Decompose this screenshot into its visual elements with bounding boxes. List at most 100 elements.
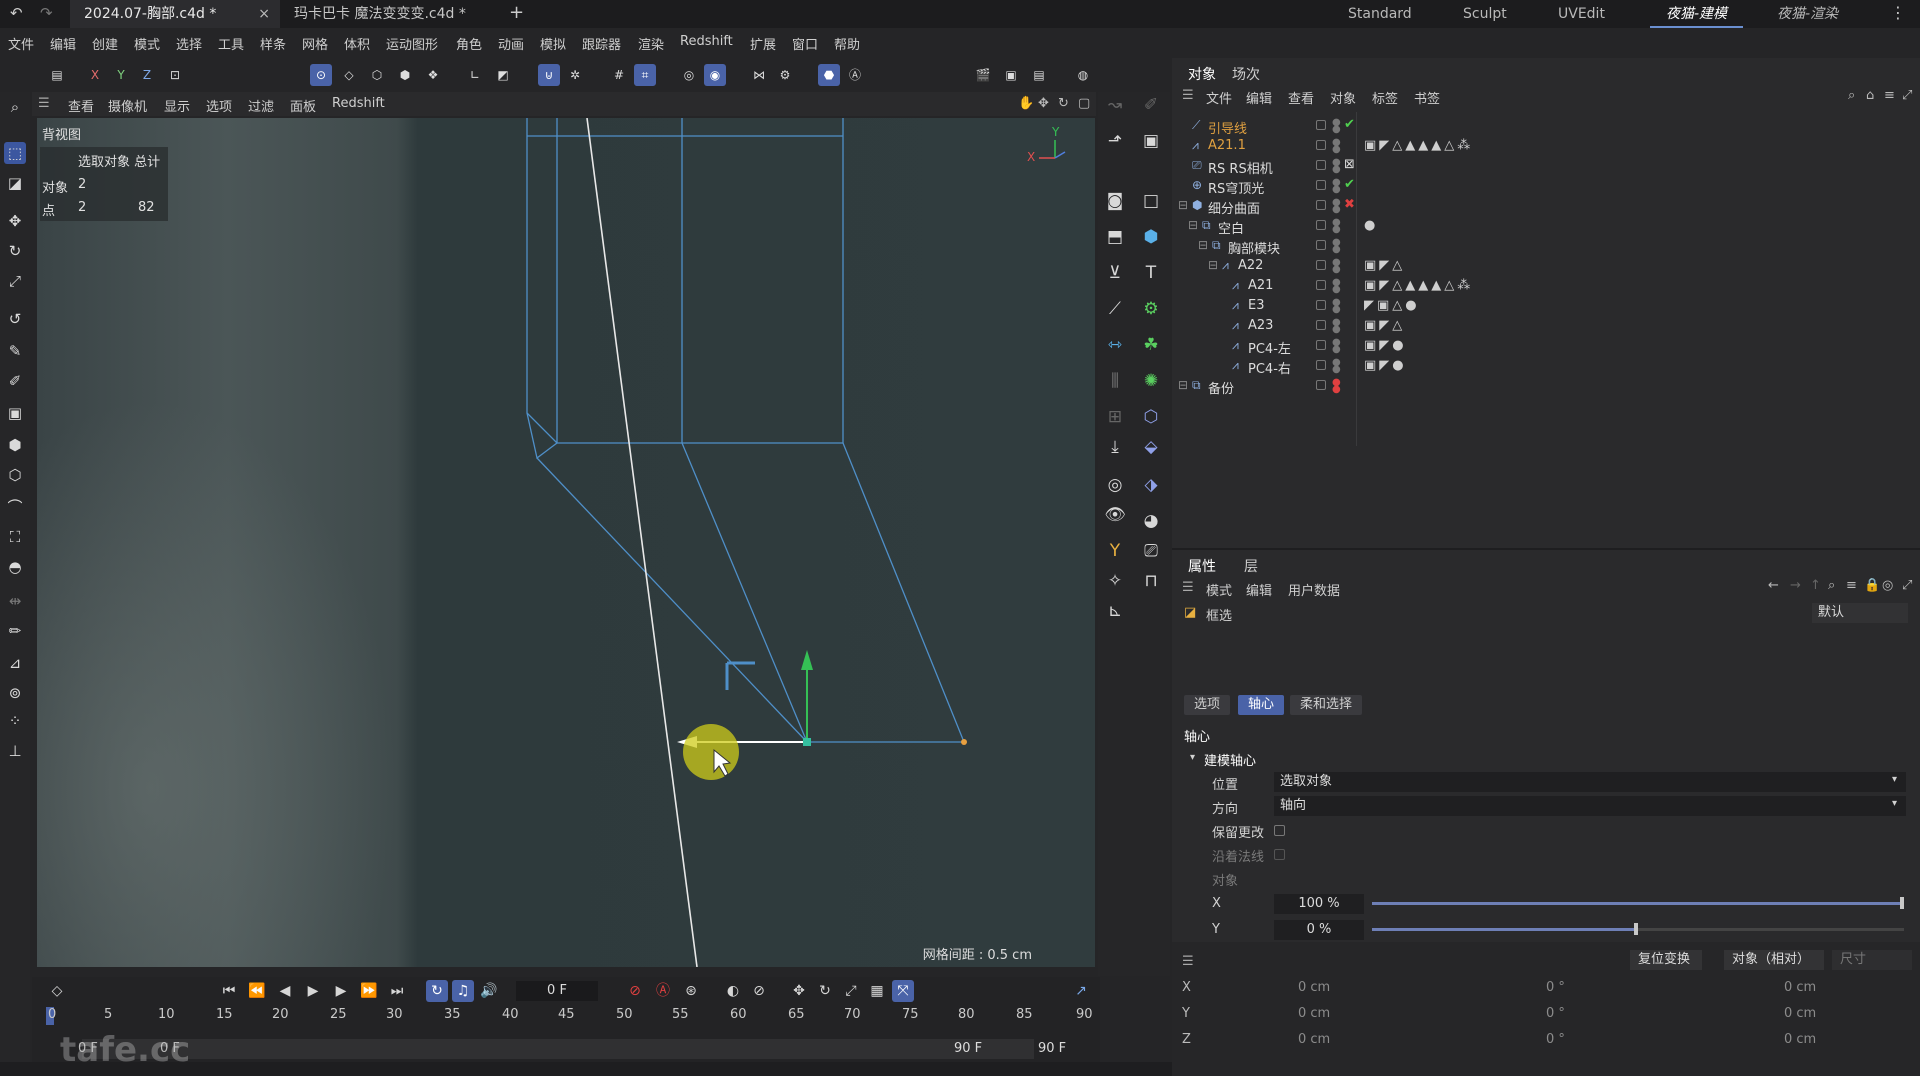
layer-toggle[interactable] [1316,320,1326,330]
model-mode-icon[interactable]: ▤ [46,64,68,86]
object-name[interactable]: A22 [1238,258,1263,273]
object-row[interactable]: ⊟⩘E3●●◤▣△● [1172,296,1917,316]
new-window-icon[interactable]: ⤢ [1902,88,1912,103]
enable-status-icon[interactable]: ✖ [1344,197,1355,212]
layer-toggle[interactable] [1316,120,1326,130]
loop-icon[interactable]: ⫼ [1102,368,1128,394]
tab-takes[interactable]: 场次 [1232,64,1260,84]
pen-icon[interactable]: ✐ [4,370,26,392]
rotate-icon[interactable]: ↻ [4,240,26,262]
menu-volume[interactable]: 体积 [344,34,370,53]
y-slider[interactable] [1372,923,1904,935]
position-dropdown[interactable]: 选取对象 [1274,772,1906,792]
object-tags[interactable]: ▣◤△▲▲▲△⁂ [1364,278,1473,293]
layer-toggle[interactable] [1316,280,1326,290]
object-name[interactable]: PC4-右 [1248,358,1291,377]
search-icon[interactable]: ⌕ [1848,88,1855,103]
loop-icon[interactable]: ↻ [426,980,448,1002]
object-row[interactable]: ⊟⟋引导线●●✔ [1172,116,1917,137]
document-tab-active[interactable]: 2024.07-胸部.c4d * × [70,0,280,28]
menu-create[interactable]: 创建 [92,34,118,53]
back-icon[interactable]: ← [1768,578,1779,593]
obj-menu-tags[interactable]: 标签 [1372,88,1398,107]
object-tags[interactable]: ▣◤△ [1364,258,1405,273]
enable-status-icon[interactable]: ✔ [1344,177,1355,192]
menu-tools[interactable]: 工具 [218,34,244,53]
key-settings-icon[interactable]: ⊛ [680,980,702,1002]
knife-icon[interactable]: ✎ [4,340,26,362]
subtab-options[interactable]: 选项 [1184,695,1231,715]
particle-icon[interactable]: ✧ [1102,568,1128,594]
menu-mograph[interactable]: 运动图形 [386,34,438,53]
coords-menu-icon[interactable]: ☰ [1182,954,1194,969]
obj-menu-object[interactable]: 对象 [1330,88,1356,107]
object-row[interactable]: ⊟⩘PC4-右●●▣◤● [1172,356,1917,378]
axis-mode-icon[interactable]: ∟ [464,64,486,86]
home-icon[interactable]: ⌂ [1866,88,1874,103]
layer-toggle[interactable] [1316,240,1326,250]
layer-toggle[interactable] [1316,180,1326,190]
plane-icon[interactable]: ▣ [4,402,26,424]
isoline-icon[interactable]: ⬣ [818,64,840,86]
object-name[interactable]: A23 [1248,318,1273,333]
fcurve-icon[interactable]: ↗ [1070,980,1092,1002]
workspace-sculpt[interactable]: Sculpt [1463,0,1507,28]
hide-icon[interactable]: 👁 [1102,502,1128,528]
object-name[interactable]: A21.1 [1208,138,1246,153]
coord-size-z[interactable]: 0 cm [1784,1032,1816,1047]
object-row[interactable]: ⊟⩘A21.1●●▣◤△▲▲▲△⁂ [1172,136,1917,156]
ffd-icon[interactable]: ⬙ [1138,434,1164,460]
object-name[interactable]: 备份 [1208,378,1234,397]
expand-toggle-icon[interactable]: ⊟ [1178,378,1188,392]
points-mode-icon[interactable]: ⊙ [310,64,332,86]
object-row[interactable]: ⊟ ⩘ A22 ● ● ▣◤△ [1172,256,1917,276]
expand-toggle-icon[interactable]: ⊟ [1188,218,1198,232]
visibility-dots-icon[interactable]: ● ● [1332,198,1341,215]
scale-key-icon[interactable]: ⤢ [840,980,862,1002]
new-tab-icon[interactable]: + [509,2,524,23]
auto-icon[interactable]: Ⓐ [844,64,866,86]
symmetry-icon[interactable]: ◉ [704,64,726,86]
menu-simulate[interactable]: 模拟 [540,34,566,53]
workspace-standard[interactable]: Standard [1348,0,1412,28]
rotate-view-icon[interactable]: ↻ [1058,96,1069,111]
search-icon[interactable]: ⌕ [4,96,26,118]
workspace-modeling[interactable]: 夜猫-建模 [1650,0,1744,28]
align-icon[interactable]: ⊥ [4,740,26,762]
scene-camera-icon[interactable]: ⎚ [1138,538,1164,564]
document-tab[interactable]: 玛卡巴卡 魔法变变变.c4d * [280,0,500,28]
play-icon[interactable]: ▶ [302,980,324,1002]
auto-key-icon[interactable]: Ⓐ [652,980,674,1002]
attr-menu-mode[interactable]: 模式 [1206,580,1232,599]
vp-menu-options[interactable]: 选项 [206,96,232,115]
settings-icon[interactable]: ⚙ [774,64,796,86]
up-icon[interactable]: ↑ [1810,578,1821,593]
move-icon[interactable]: ✥ [4,210,26,232]
filter-icon[interactable]: ≡ [1846,578,1857,593]
keyframe-mode-icon[interactable]: ◐ [722,980,744,1002]
obj-menu-file[interactable]: 文件 [1206,88,1232,107]
coord-rot-z[interactable]: 0 ° [1546,1032,1565,1047]
object-name[interactable]: 引导线 [1208,118,1247,137]
menu-spline[interactable]: 样条 [260,34,286,53]
cube-outline-icon[interactable]: ⬡ [4,464,26,486]
layer-toggle[interactable] [1316,160,1326,170]
keyframe-select-icon[interactable]: ⊘ [748,980,770,1002]
prev-key-icon[interactable]: ⏪ [246,980,268,1002]
pos-key-icon[interactable]: ✥ [788,980,810,1002]
filter-icon[interactable]: ≡ [1884,88,1895,103]
vp-menu-view[interactable]: 查看 [68,96,94,115]
camera-target-icon[interactable]: ◙ [1102,188,1128,214]
range-end2-field[interactable]: 90 F [1038,1041,1066,1056]
enable-status-icon[interactable]: ⊠ [1344,157,1355,172]
field-icon[interactable]: ◕ [1138,508,1164,534]
workspace-render[interactable]: 夜猫-渲染 [1777,0,1838,28]
array-icon[interactable]: ⚙ [1138,296,1164,322]
square-icon[interactable]: □ [1138,188,1164,214]
attr-menu-userdata[interactable]: 用户数据 [1288,580,1340,599]
render-picture-icon[interactable]: ▣ [1000,64,1022,86]
vp-menu-filter[interactable]: 过滤 [248,96,274,115]
expand-toggle-icon[interactable]: ⊟ [1178,198,1188,212]
solo-icon[interactable]: ◩ [492,64,514,86]
visibility-dots-icon[interactable]: ● ● [1332,378,1341,395]
